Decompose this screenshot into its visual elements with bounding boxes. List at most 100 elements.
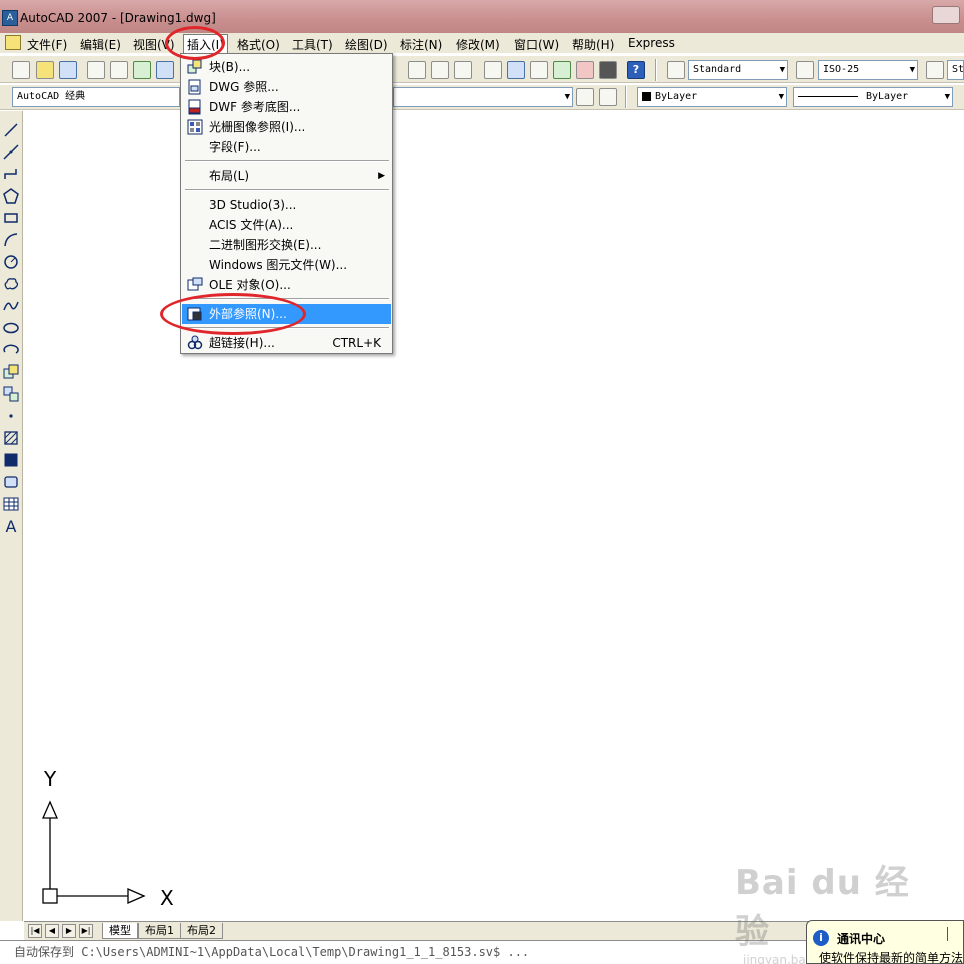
table-icon[interactable] <box>2 495 20 513</box>
make-layer-current-icon[interactable] <box>576 88 594 106</box>
menu-item-raster-image[interactable]: 光栅图像参照(I)... <box>182 117 391 137</box>
rectangle-icon[interactable] <box>2 209 20 227</box>
menu-format[interactable]: 格式(O) <box>237 36 280 53</box>
save-icon[interactable] <box>59 61 77 79</box>
publish-icon[interactable] <box>133 61 151 79</box>
open-file-icon[interactable] <box>36 61 54 79</box>
point-icon[interactable] <box>2 407 20 425</box>
layer-previous-icon[interactable] <box>599 88 617 106</box>
zoom-realtime-icon[interactable] <box>408 61 426 79</box>
gradient-icon[interactable] <box>2 451 20 469</box>
menu-item-binary-dxf[interactable]: 二进制图形交换(E)... <box>182 235 391 255</box>
make-block-icon[interactable] <box>2 385 20 403</box>
menu-help[interactable]: 帮助(H) <box>572 36 614 53</box>
menu-item-block[interactable]: 块(B)... <box>182 57 391 77</box>
line-icon[interactable] <box>2 121 20 139</box>
calculator-icon[interactable] <box>599 61 617 79</box>
text-style-icon[interactable] <box>667 61 685 79</box>
menu-item-field[interactable]: 字段(F)... <box>182 137 391 157</box>
menu-item-hyperlink[interactable]: 超链接(H)... CTRL+K <box>182 333 391 353</box>
menu-item-windows-metafile[interactable]: Windows 图元文件(W)... <box>182 255 391 275</box>
construction-line-icon[interactable] <box>2 143 20 161</box>
dwf-underlay-icon <box>187 99 203 115</box>
polygon-icon[interactable] <box>2 187 20 205</box>
spline-icon[interactable] <box>2 297 20 315</box>
hatch-icon[interactable] <box>2 429 20 447</box>
next-tab-icon[interactable]: ▶ <box>62 924 76 938</box>
markup-icon[interactable] <box>576 61 594 79</box>
menu-item-ole-object[interactable]: OLE 对象(O)... <box>182 275 391 295</box>
linetype-select[interactable]: ByLayer ▼ <box>793 87 953 107</box>
document-icon[interactable] <box>5 35 21 50</box>
ellipse-icon[interactable] <box>2 319 20 337</box>
ucs-y-label: Y <box>43 767 57 791</box>
insert-block-icon[interactable] <box>2 363 20 381</box>
menu-tools[interactable]: 工具(T) <box>292 36 333 53</box>
menu-window[interactable]: 窗口(W) <box>514 36 559 53</box>
chevron-down-icon: ▼ <box>778 92 784 102</box>
chevron-down-icon: ▼ <box>909 65 915 75</box>
balloon-close-button[interactable] <box>947 927 957 941</box>
menu-item-dwg-reference[interactable]: DWG 参照... <box>182 77 391 97</box>
design-center-icon[interactable] <box>507 61 525 79</box>
title-bar: A AutoCAD 2007 - [Drawing1.dwg] <box>0 0 964 33</box>
last-tab-icon[interactable]: ▶| <box>79 924 93 938</box>
zoom-previous-icon[interactable] <box>454 61 472 79</box>
revision-cloud-icon[interactable] <box>2 275 20 293</box>
menu-insert[interactable]: 插入(I) <box>183 34 228 55</box>
text-style-select[interactable]: Standard ▼ <box>688 60 788 80</box>
circle-icon[interactable] <box>2 253 20 271</box>
print-icon[interactable] <box>87 61 105 79</box>
arc-icon[interactable] <box>2 231 20 249</box>
hyperlink-shortcut: CTRL+K <box>332 336 381 350</box>
menu-separator <box>185 298 389 300</box>
polyline-icon[interactable] <box>2 165 20 183</box>
comm-center-balloon[interactable]: i 通讯中心 使软件保持最新的简单方法 <box>806 920 964 964</box>
tool-palettes-icon[interactable] <box>530 61 548 79</box>
autocad-app-icon[interactable]: A <box>2 10 18 26</box>
print-preview-icon[interactable] <box>110 61 128 79</box>
menu-view[interactable]: 视图(V) <box>133 36 175 53</box>
3d-dwf-icon[interactable] <box>156 61 174 79</box>
menu-item-acis-file[interactable]: ACIS 文件(A)... <box>182 215 391 235</box>
menu-modify[interactable]: 修改(M) <box>456 36 500 53</box>
tab-model[interactable]: 模型 <box>102 923 138 939</box>
properties-icon[interactable] <box>484 61 502 79</box>
first-tab-icon[interactable]: |◀ <box>28 924 42 938</box>
color-select[interactable]: ByLayer ▼ <box>637 87 787 107</box>
table-style-icon[interactable] <box>926 61 944 79</box>
chevron-down-icon: ▼ <box>944 92 950 102</box>
tab-layout1[interactable]: 布局1 <box>138 923 181 939</box>
ellipse-arc-icon[interactable] <box>2 341 20 359</box>
multiline-text-icon[interactable]: A <box>2 518 20 536</box>
chevron-down-icon: ▼ <box>779 65 785 75</box>
toolbar-separator <box>625 86 627 108</box>
menu-item-external-reference[interactable]: 外部参照(N)... <box>182 304 391 324</box>
menu-item-dwf-underlay[interactable]: DWF 参考底图... <box>182 97 391 117</box>
zoom-window-icon[interactable] <box>431 61 449 79</box>
sheet-set-icon[interactable] <box>553 61 571 79</box>
menu-dimension[interactable]: 标注(N) <box>400 36 442 53</box>
menu-file[interactable]: 文件(F) <box>27 36 67 53</box>
ucs-icon: Y X <box>42 767 174 910</box>
region-icon[interactable] <box>2 473 20 491</box>
menu-draw[interactable]: 绘图(D) <box>345 36 388 53</box>
previous-tab-icon[interactable]: ◀ <box>45 924 59 938</box>
menu-item-3d-studio[interactable]: 3D Studio(3)... <box>182 195 391 215</box>
window-close-button[interactable] <box>932 6 960 24</box>
color-swatch <box>642 91 651 101</box>
submenu-arrow-icon: ▶ <box>378 171 385 181</box>
table-style-select[interactable]: St <box>947 60 964 80</box>
menu-express[interactable]: Express <box>628 36 675 50</box>
workspace-select[interactable]: AutoCAD 经典 <box>12 87 180 107</box>
layer-select[interactable]: ▼ <box>393 87 573 107</box>
tab-layout2[interactable]: 布局2 <box>180 923 223 939</box>
dim-style-icon[interactable] <box>796 61 814 79</box>
hyperlink-icon <box>187 335 203 351</box>
new-file-icon[interactable] <box>12 61 30 79</box>
menu-edit[interactable]: 编辑(E) <box>80 36 121 53</box>
help-icon[interactable]: ? <box>627 61 645 79</box>
menu-item-layout[interactable]: 布局(L) ▶ <box>182 166 391 186</box>
dim-style-select[interactable]: ISO-25 ▼ <box>818 60 918 80</box>
chevron-down-icon: ▼ <box>564 92 570 102</box>
